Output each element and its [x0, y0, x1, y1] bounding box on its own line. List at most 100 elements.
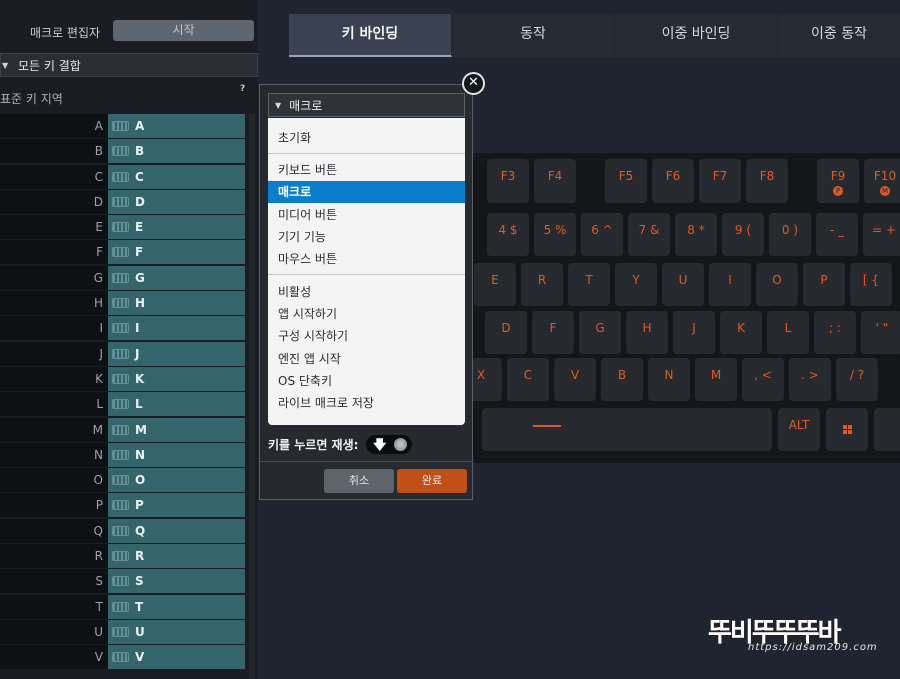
key[interactable] [874, 408, 900, 451]
table-row[interactable]: PP [0, 493, 246, 518]
key-binding-value[interactable]: K [108, 366, 245, 391]
key[interactable]: 0 ) [769, 213, 811, 256]
key-binding-value[interactable]: N [108, 442, 245, 467]
table-row[interactable]: RR [0, 544, 246, 569]
menu-item[interactable]: 라이브 매크로 저장 [268, 392, 465, 414]
key[interactable]: G [579, 311, 621, 354]
key[interactable]: [ { [850, 263, 892, 306]
tab-3[interactable]: 이중 동작 [778, 14, 900, 57]
menu-item[interactable]: 마우스 버튼 [268, 248, 465, 270]
key[interactable]: J [673, 311, 715, 354]
key[interactable]: L [767, 311, 809, 354]
table-row[interactable]: DD [0, 189, 246, 215]
table-row[interactable]: FF [0, 240, 246, 265]
done-button[interactable]: 완료 [397, 469, 467, 493]
key-f4[interactable]: F4 [534, 159, 576, 203]
key[interactable]: Y [615, 263, 657, 306]
key[interactable]: B [601, 358, 643, 401]
menu-item[interactable]: 비활성 [268, 281, 465, 303]
key[interactable]: . > [789, 358, 831, 401]
key[interactable]: E [474, 263, 516, 306]
key[interactable]: 8 * [675, 213, 717, 256]
key-binding-value[interactable]: C [108, 164, 245, 189]
key[interactable]: = + [863, 213, 900, 256]
table-row[interactable]: JJ [0, 341, 246, 367]
key-alt[interactable]: ALT [778, 408, 820, 451]
key[interactable]: M [695, 358, 737, 401]
key-f6[interactable]: F6 [652, 159, 694, 203]
cancel-button[interactable]: 취소 [324, 469, 394, 493]
key-binding-value[interactable]: T [108, 594, 245, 619]
key[interactable]: 9 ( [722, 213, 764, 256]
table-row[interactable]: II [0, 316, 246, 341]
table-row[interactable]: EE [0, 215, 246, 240]
key[interactable]: D [485, 311, 527, 354]
binding-type-select[interactable]: ▼ 매크로 [268, 93, 465, 117]
key[interactable]: U [662, 263, 704, 306]
key-binding-value[interactable]: I [108, 316, 245, 341]
key[interactable]: ; : [814, 311, 856, 354]
key-f8[interactable]: F8 [746, 159, 788, 203]
key[interactable]: / ? [836, 358, 878, 401]
key[interactable]: - _ [816, 213, 858, 256]
key-f5[interactable]: F5 [605, 159, 647, 203]
table-row[interactable]: KK [0, 366, 246, 392]
key-binding-value[interactable]: G [108, 265, 245, 290]
key[interactable]: P [803, 263, 845, 306]
menu-item[interactable]: 매크로 [268, 181, 465, 203]
key-f10[interactable]: F10 M [864, 159, 900, 203]
replay-toggle[interactable]: 🡇 [366, 435, 412, 454]
menu-item[interactable]: 키보드 버튼 [268, 159, 465, 181]
key[interactable]: 7 & [628, 213, 670, 256]
key-f3[interactable]: F3 [487, 159, 529, 203]
table-row[interactable]: GG [0, 265, 246, 291]
tab-2[interactable]: 이중 바인딩 [615, 14, 778, 57]
table-row[interactable]: QQ [0, 518, 246, 544]
table-row[interactable]: AA [0, 114, 246, 139]
key-binding-value[interactable]: M [108, 417, 245, 442]
key-f7[interactable]: F7 [699, 159, 741, 203]
key-binding-value[interactable]: F [108, 240, 245, 265]
key-binding-value[interactable]: O [108, 468, 245, 493]
key[interactable]: N [648, 358, 690, 401]
table-row[interactable]: CC [0, 164, 246, 190]
key-binding-value[interactable]: S [108, 569, 245, 594]
key[interactable]: 4 $ [487, 213, 529, 256]
key[interactable]: 6 ^ [581, 213, 623, 256]
space-key[interactable] [482, 408, 772, 451]
key-binding-value[interactable]: H [108, 291, 245, 316]
table-row[interactable]: LL [0, 392, 246, 417]
key-windows[interactable] [826, 408, 868, 451]
menu-item[interactable]: 앱 시작하기 [268, 303, 465, 325]
key[interactable]: R [521, 263, 563, 306]
key[interactable]: T [568, 263, 610, 306]
table-row[interactable]: UU [0, 619, 246, 645]
table-row[interactable]: VV [0, 645, 246, 670]
start-button[interactable]: 시작 [113, 20, 254, 41]
scrollbar[interactable] [249, 114, 255, 679]
key[interactable]: C [507, 358, 549, 401]
table-row[interactable]: BB [0, 139, 246, 164]
table-row[interactable]: SS [0, 569, 246, 594]
key-binding-value[interactable]: L [108, 392, 245, 417]
key[interactable]: , < [742, 358, 784, 401]
table-row[interactable]: TT [0, 594, 246, 620]
table-row[interactable]: HH [0, 291, 246, 316]
key[interactable]: F [532, 311, 574, 354]
menu-item[interactable]: 기기 기능 [268, 226, 465, 248]
close-icon[interactable]: ✕ [462, 72, 485, 95]
menu-item[interactable]: 엔진 앱 시작 [268, 348, 465, 370]
key-binding-value[interactable]: R [108, 544, 245, 569]
table-row[interactable]: OO [0, 468, 246, 493]
key-binding-value[interactable]: V [108, 645, 245, 670]
key-binding-value[interactable]: P [108, 493, 245, 518]
menu-item[interactable]: OS 단축키 [268, 370, 465, 392]
key-combo-select[interactable]: ▼ 모든 키 결합 [0, 53, 258, 77]
key-binding-value[interactable]: A [108, 114, 245, 138]
key[interactable]: ' " [861, 311, 900, 354]
help-icon[interactable]: ? [240, 84, 245, 94]
key[interactable]: O [756, 263, 798, 306]
menu-item[interactable]: 구성 시작하기 [268, 325, 465, 347]
key-f9[interactable]: F9 P [817, 159, 859, 203]
key-binding-value[interactable]: D [108, 189, 245, 214]
